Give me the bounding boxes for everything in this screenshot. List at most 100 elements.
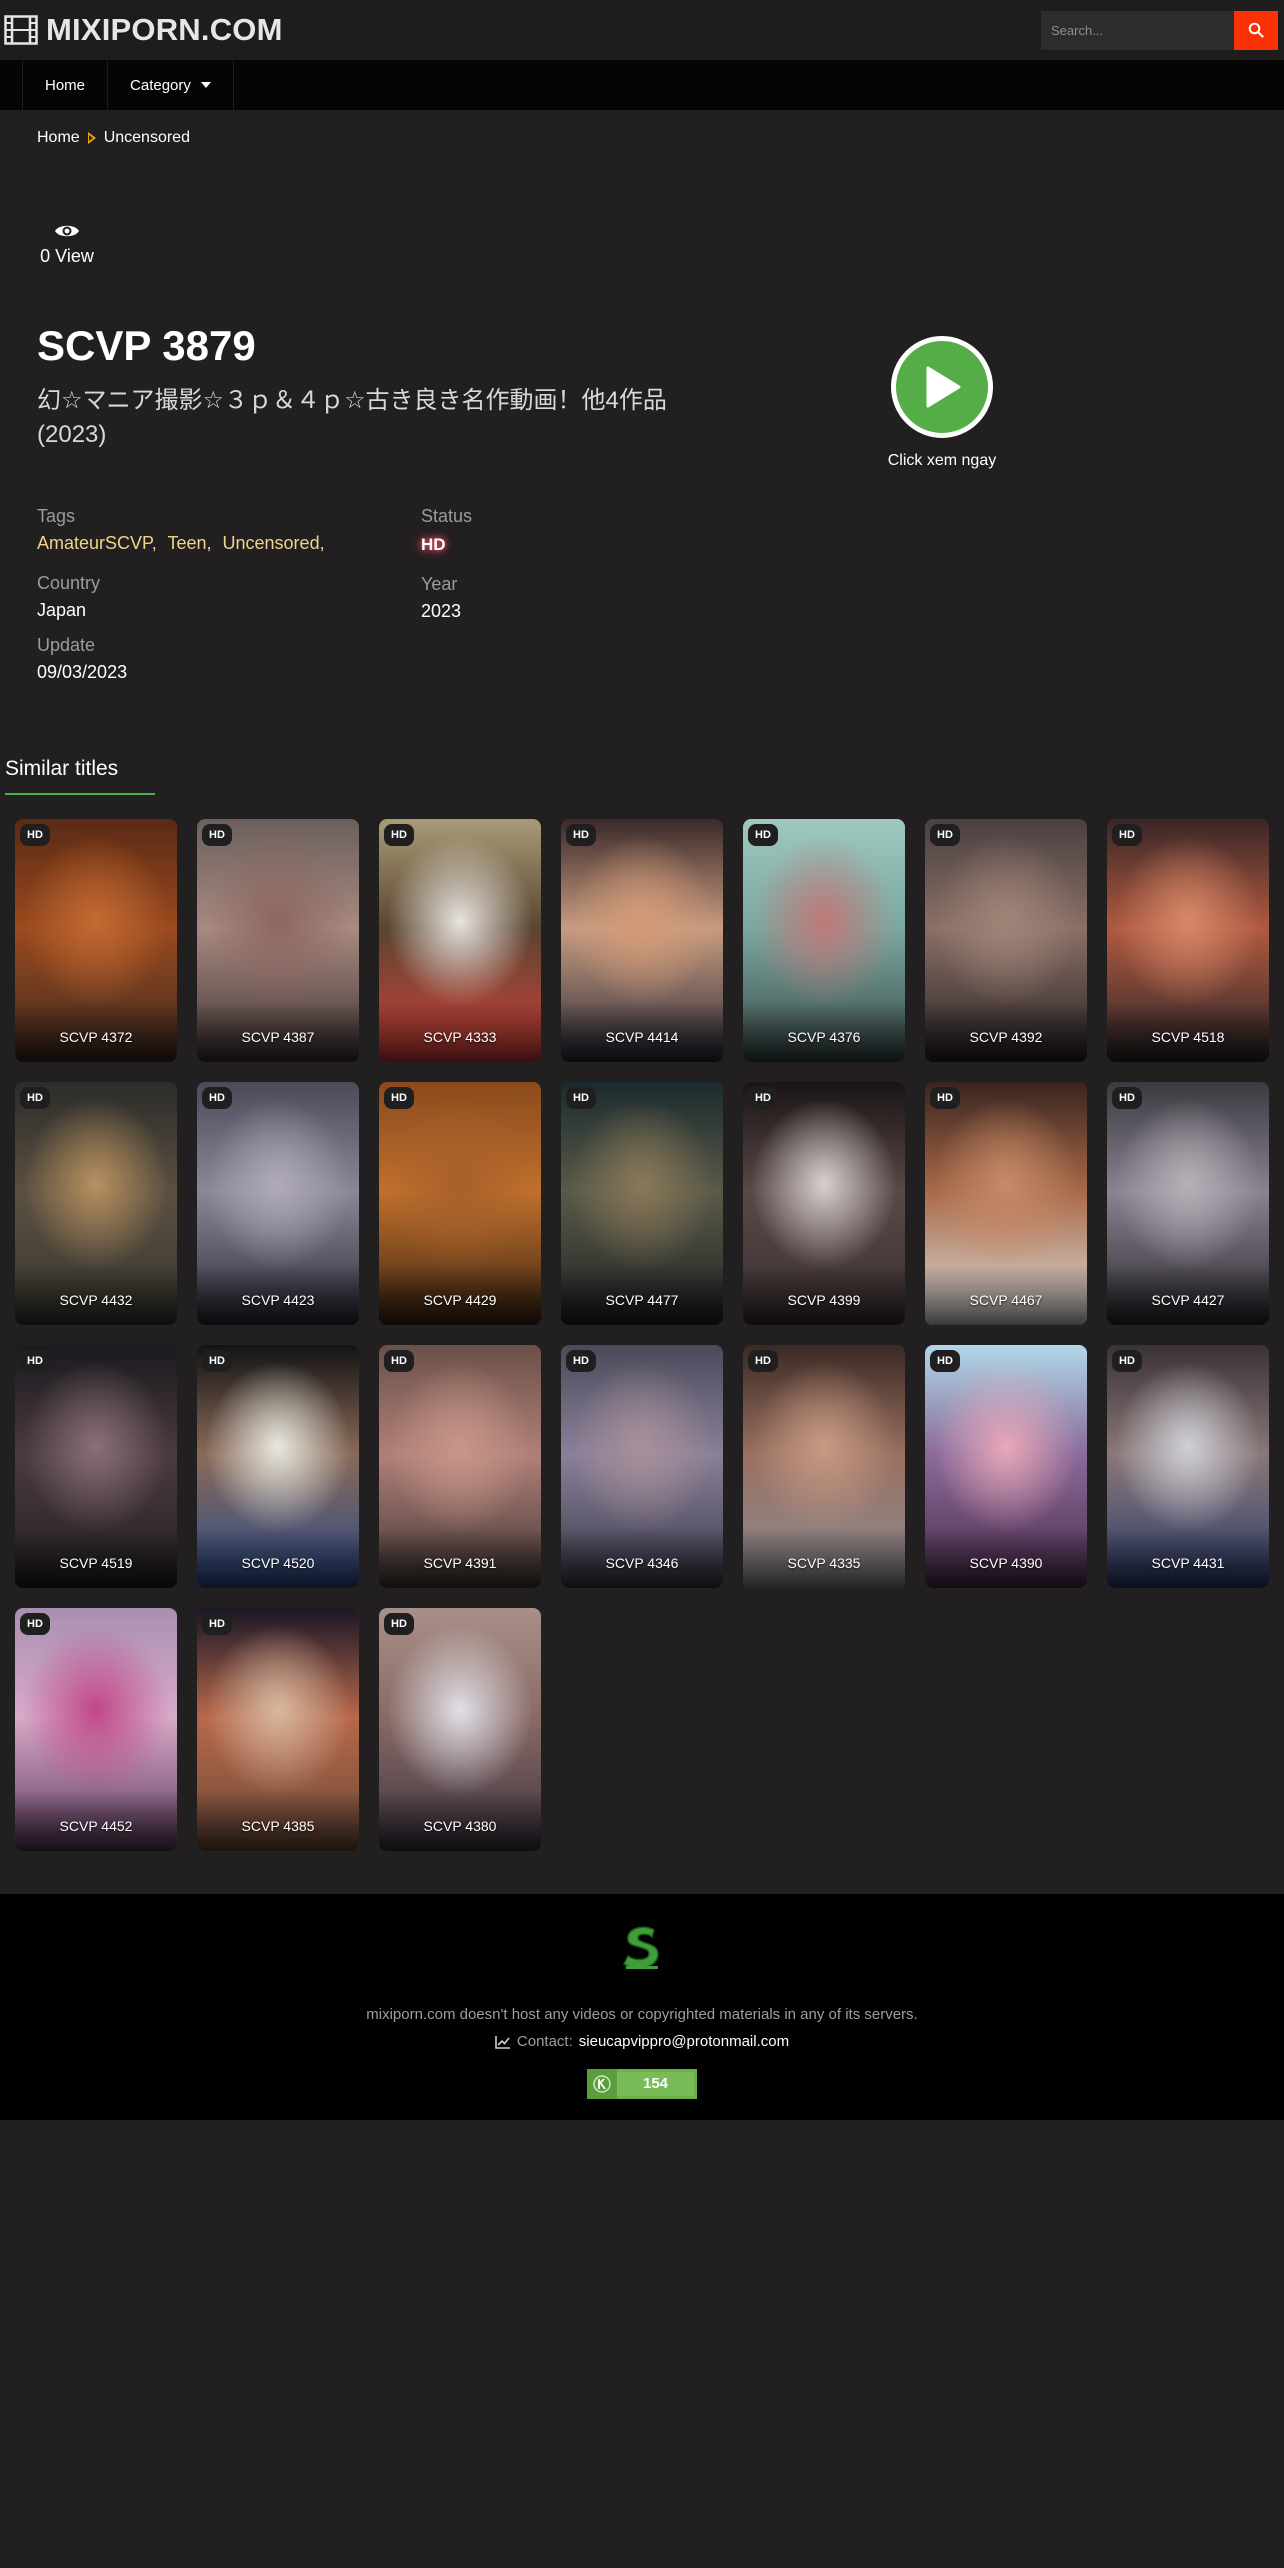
chevron-down-icon <box>200 82 211 88</box>
status-block: Status HD <box>421 506 472 555</box>
similar-card[interactable]: HD SCVP 4380 <box>379 1608 541 1851</box>
search-icon <box>1248 22 1264 38</box>
contact-label: Contact: <box>516 2033 573 2050</box>
nav-home-label: Home <box>45 76 86 94</box>
similar-card[interactable]: HD SCVP 4520 <box>197 1345 359 1588</box>
hd-badge: HD <box>384 1350 414 1372</box>
hd-badge: HD <box>1112 1350 1142 1372</box>
similar-card[interactable]: HD SCVP 4467 <box>925 1082 1087 1325</box>
country-value: Japan <box>37 600 87 620</box>
card-title[interactable]: SCVP 4477 <box>561 1292 723 1308</box>
top-header: MIXIPORN.COM <box>0 0 1284 60</box>
card-title[interactable]: SCVP 4385 <box>197 1818 359 1834</box>
card-title[interactable]: SCVP 4380 <box>379 1818 541 1834</box>
card-title[interactable]: SCVP 4423 <box>197 1292 359 1308</box>
page-subtitle: 幻☆マニア撮影☆３ｐ＆４ｐ☆古き良き名作動画！他4作品 (2023) <box>37 387 667 448</box>
footer-contact: Contact: sieucapvippro@protonmail.com <box>0 2033 1284 2050</box>
hd-badge: HD <box>930 824 960 846</box>
visitor-counter[interactable]: 154 <box>587 2069 697 2099</box>
breadcrumb-home[interactable]: Home <box>37 129 80 147</box>
similar-card[interactable]: HD SCVP 4427 <box>1107 1082 1269 1325</box>
hd-badge: HD <box>1112 824 1142 846</box>
similar-card[interactable]: HD SCVP 4399 <box>743 1082 905 1325</box>
similar-card[interactable]: HD SCVP 4390 <box>925 1345 1087 1588</box>
play-circle[interactable] <box>891 336 993 438</box>
tags-list: AmateurSCVP, Teen, Uncensored, <box>37 533 325 553</box>
similar-card[interactable]: HD SCVP 4387 <box>197 819 359 1062</box>
nav-category[interactable]: Category <box>107 60 234 110</box>
search-input[interactable] <box>1041 10 1234 50</box>
similar-card[interactable]: HD SCVP 4346 <box>561 1345 723 1588</box>
similar-card[interactable]: HD SCVP 4431 <box>1107 1345 1269 1588</box>
site-logo[interactable]: MIXIPORN.COM <box>4 12 283 48</box>
similar-card[interactable]: HD SCVP 4423 <box>197 1082 359 1325</box>
similar-card[interactable]: HD SCVP 4429 <box>379 1082 541 1325</box>
hd-badge: HD <box>202 1350 232 1372</box>
country-label: Country <box>37 573 101 593</box>
card-title[interactable]: SCVP 4432 <box>15 1292 177 1308</box>
card-title[interactable]: SCVP 4414 <box>561 1029 723 1045</box>
card-title[interactable]: SCVP 4372 <box>15 1029 177 1045</box>
card-title[interactable]: SCVP 4376 <box>743 1029 905 1045</box>
card-title[interactable]: SCVP 4452 <box>15 1818 177 1834</box>
card-title[interactable]: SCVP 4333 <box>379 1029 541 1045</box>
card-title[interactable]: SCVP 4467 <box>925 1292 1087 1308</box>
card-title[interactable]: SCVP 4391 <box>379 1555 541 1571</box>
hd-badge: HD <box>748 824 778 846</box>
similar-card[interactable]: HD SCVP 4519 <box>15 1345 177 1588</box>
hd-badge: HD <box>20 1350 50 1372</box>
similar-card[interactable]: HD SCVP 4432 <box>15 1082 177 1325</box>
hd-badge: HD <box>384 1087 414 1109</box>
card-title[interactable]: SCVP 4390 <box>925 1555 1087 1571</box>
similar-card[interactable]: HD SCVP 4333 <box>379 819 541 1062</box>
card-title[interactable]: SCVP 4429 <box>379 1292 541 1308</box>
hd-badge: HD <box>20 1087 50 1109</box>
brand-s-logo-icon[interactable] <box>616 1922 668 1979</box>
card-title[interactable]: SCVP 4387 <box>197 1029 359 1045</box>
hd-badge: HD <box>930 1087 960 1109</box>
card-title[interactable]: SCVP 4399 <box>743 1292 905 1308</box>
site-name: MIXIPORN.COM <box>46 12 283 47</box>
card-title[interactable]: SCVP 4518 <box>1107 1029 1269 1045</box>
similar-card[interactable]: HD SCVP 4372 <box>15 819 177 1062</box>
counter-value: 154 <box>617 2072 694 2096</box>
card-title[interactable]: SCVP 4346 <box>561 1555 723 1571</box>
card-title[interactable]: SCVP 4431 <box>1107 1555 1269 1571</box>
update-block: Update 09/03/2023 <box>37 635 127 683</box>
hd-badge: HD <box>748 1087 778 1109</box>
views-count: 0 View <box>40 246 94 266</box>
search-bar <box>1041 10 1278 50</box>
card-title[interactable]: SCVP 4392 <box>925 1029 1087 1045</box>
similar-card[interactable]: HD SCVP 4392 <box>925 819 1087 1062</box>
play-icon <box>926 366 961 408</box>
similar-card[interactable]: HD SCVP 4335 <box>743 1345 905 1588</box>
card-title[interactable]: SCVP 4335 <box>743 1555 905 1571</box>
footer: mixiporn.com doesn't host any videos or … <box>0 1894 1284 2120</box>
similar-card[interactable]: HD SCVP 4518 <box>1107 819 1269 1062</box>
search-button[interactable] <box>1234 10 1278 50</box>
card-title[interactable]: SCVP 4520 <box>197 1555 359 1571</box>
counter-logo-icon <box>587 2069 617 2099</box>
page-title: SCVP 3879 <box>37 322 256 369</box>
hd-badge: HD <box>1112 1087 1142 1109</box>
country-block: Country Japan <box>37 573 100 621</box>
year-label: Year <box>421 574 458 594</box>
similar-card[interactable]: HD SCVP 4477 <box>561 1082 723 1325</box>
similar-card[interactable]: HD SCVP 4452 <box>15 1608 177 1851</box>
tag-link[interactable]: Teen <box>167 533 206 553</box>
play-label[interactable]: Click xem ngay <box>860 452 1024 470</box>
card-title[interactable]: SCVP 4519 <box>15 1555 177 1571</box>
nav-home[interactable]: Home <box>22 60 107 110</box>
contact-email[interactable]: sieucapvippro@protonmail.com <box>579 2033 789 2050</box>
similar-card[interactable]: HD SCVP 4376 <box>743 819 905 1062</box>
tag-link[interactable]: AmateurSCVP <box>37 533 152 553</box>
similar-card[interactable]: HD SCVP 4414 <box>561 819 723 1062</box>
similar-card[interactable]: HD SCVP 4385 <box>197 1608 359 1851</box>
card-title[interactable]: SCVP 4427 <box>1107 1292 1269 1308</box>
similar-grid: HD SCVP 4372 HD SCVP 4387 HD SCVP 4333 HD SCVP … <box>15 819 1270 1851</box>
tag-link[interactable]: Uncensored <box>223 533 320 553</box>
breadcrumb-current[interactable]: Uncensored <box>104 129 190 147</box>
hd-badge: HD <box>748 1350 778 1372</box>
similar-card[interactable]: HD SCVP 4391 <box>379 1345 541 1588</box>
play-button[interactable]: Click xem ngay <box>888 336 996 469</box>
